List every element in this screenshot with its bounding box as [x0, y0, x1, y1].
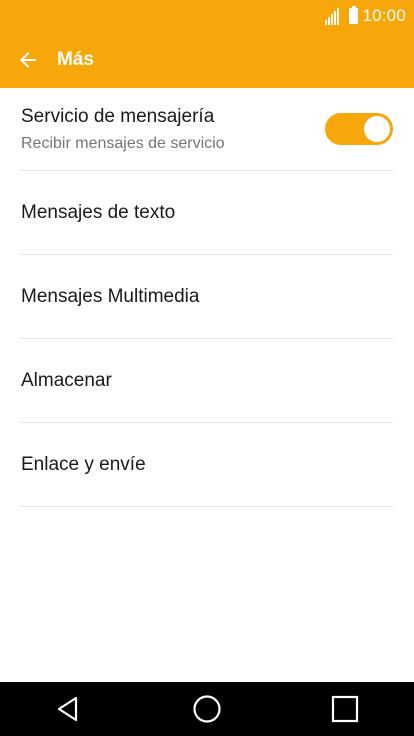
service-messaging-toggle[interactable] [325, 113, 393, 145]
page-title: Más [57, 49, 94, 70]
status-time: 10:00 [362, 6, 406, 25]
setting-item-multimedia-messages[interactable]: Mensajes Multimedia [21, 255, 393, 339]
arrow-back-icon [20, 52, 36, 68]
app-bar: Más [0, 32, 414, 88]
settings-list: Servicio de mensajería Recibir mensajes … [0, 88, 414, 507]
nav-home-button[interactable] [167, 682, 247, 736]
service-messaging-subtitle: Recibir mensajes de servicio [21, 135, 225, 152]
toggle-knob [364, 116, 390, 142]
battery-icon [349, 6, 359, 24]
setting-item-label: Enlace y envíe [21, 453, 146, 475]
nav-back-button[interactable] [29, 682, 109, 736]
setting-item-link-and-send[interactable]: Enlace y envíe [21, 423, 393, 507]
setting-item-label: Almacenar [21, 369, 112, 391]
service-messaging-setting[interactable]: Servicio de mensajería Recibir mensajes … [21, 88, 393, 171]
setting-item-label: Mensajes Multimedia [21, 285, 200, 307]
status-bar: 10:00 [0, 0, 414, 32]
setting-item-text-messages[interactable]: Mensajes de texto [21, 171, 393, 255]
setting-item-storage[interactable]: Almacenar [21, 339, 393, 423]
setting-item-label: Mensajes de texto [21, 201, 176, 223]
nav-recents-square-icon [331, 695, 359, 723]
navigation-bar [0, 682, 414, 736]
nav-home-circle-icon [193, 695, 221, 723]
signal-icon [325, 7, 340, 25]
nav-recents-button[interactable] [305, 682, 385, 736]
nav-back-triangle-icon [57, 696, 78, 722]
service-messaging-title: Servicio de mensajería [21, 106, 215, 127]
back-button[interactable] [0, 32, 56, 88]
